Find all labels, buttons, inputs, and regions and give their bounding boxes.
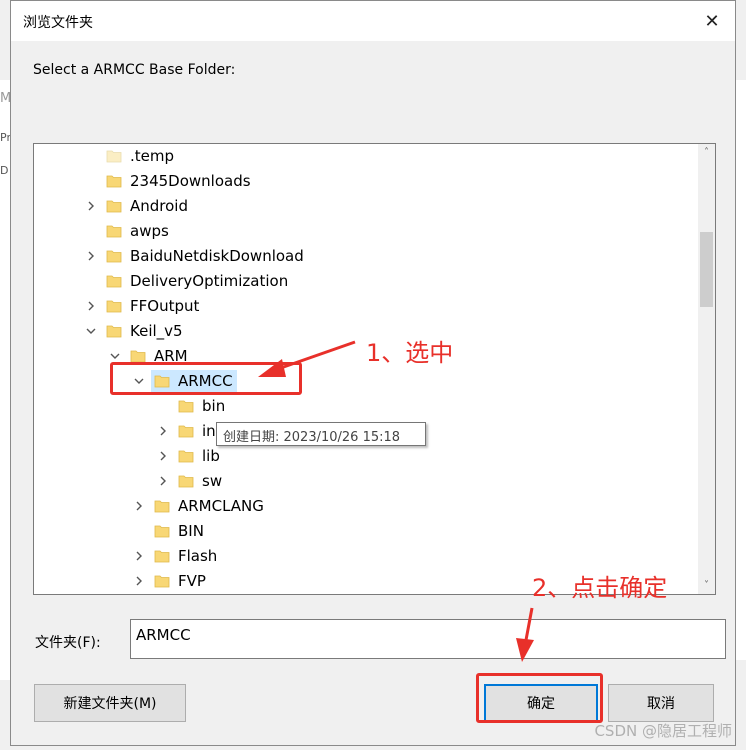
- folder-icon: [178, 423, 194, 439]
- folder-icon: [106, 273, 122, 289]
- date-created-tooltip: 创建日期: 2023/10/26 15:18: [216, 422, 426, 446]
- folder-icon: [106, 323, 122, 339]
- scroll-down-button[interactable]: ˅: [698, 577, 715, 594]
- chevron-right-icon[interactable]: [84, 247, 98, 265]
- folder-icon: [178, 473, 194, 489]
- watermark: CSDN @隐居工程师: [594, 722, 732, 740]
- folder-icon: [154, 498, 170, 514]
- tree-item-label: BIN: [178, 522, 204, 540]
- scroll-up-button[interactable]: ˄: [698, 144, 715, 161]
- tree-item-label: .temp: [130, 147, 175, 165]
- tree-item-label: FFOutput: [130, 297, 200, 315]
- folder-icon: [106, 298, 122, 314]
- tree-item[interactable]: sw: [34, 469, 694, 494]
- folder-icon: [106, 248, 122, 264]
- annotation-highlight-armcc: [110, 362, 302, 395]
- chevron-down-icon[interactable]: [84, 322, 98, 340]
- tree-item-label: DeliveryOptimization: [130, 272, 289, 290]
- tree-item[interactable]: lib: [34, 444, 694, 469]
- annotation-step-1: 1、选中: [366, 339, 454, 367]
- tree-item[interactable]: bin: [34, 394, 694, 419]
- chevron-down-icon: ˅: [704, 580, 709, 591]
- chevron-right-icon[interactable]: [84, 297, 98, 315]
- dialog-title: 浏览文件夹: [23, 15, 93, 31]
- tree-item-label: lib: [202, 447, 220, 465]
- chevron-right-icon[interactable]: [132, 572, 146, 590]
- tree-item[interactable]: .temp: [34, 144, 694, 169]
- tree-item[interactable]: FFOutput: [34, 294, 694, 319]
- tree-item-label: ARMCLANG: [178, 497, 264, 515]
- tree-item-label: 2345Downloads: [130, 172, 251, 190]
- background-window-right-edge: [736, 80, 746, 660]
- folder-icon: [106, 148, 122, 164]
- tree-item-label: Flash: [178, 547, 218, 565]
- tree-item[interactable]: 2345Downloads: [34, 169, 694, 194]
- tree-item[interactable]: ARMCLANG: [34, 494, 694, 519]
- tree-item[interactable]: Flash: [34, 544, 694, 569]
- dialog-instruction: Select a ARMCC Base Folder:: [33, 62, 236, 78]
- tree-item-label: sw: [202, 472, 223, 490]
- tree-item-label: Keil_v5: [130, 322, 183, 340]
- folder-icon: [178, 398, 194, 414]
- tree-item[interactable]: Keil_v5: [34, 319, 694, 344]
- folder-icon: [154, 523, 170, 539]
- tree-item-label: BaiduNetdiskDownload: [130, 247, 304, 265]
- chevron-right-icon[interactable]: [156, 422, 170, 440]
- tree-item[interactable]: awps: [34, 219, 694, 244]
- close-button[interactable]: ✕: [689, 1, 735, 41]
- folder-icon: [106, 223, 122, 239]
- scroll-thumb[interactable]: [700, 232, 713, 307]
- chevron-up-icon: ˄: [704, 147, 709, 158]
- tree-item-label: FVP: [178, 572, 206, 590]
- close-icon: ✕: [704, 10, 720, 32]
- vertical-scrollbar[interactable]: ˄ ˅: [698, 144, 715, 594]
- tree-item[interactable]: DeliveryOptimization: [34, 269, 694, 294]
- annotation-highlight-ok: [476, 673, 603, 723]
- cancel-button[interactable]: 取消: [608, 684, 714, 722]
- tree-item[interactable]: BaiduNetdiskDownload: [34, 244, 694, 269]
- annotation-step-2: 2、点击确定: [532, 574, 668, 602]
- tree-item[interactable]: BIN: [34, 519, 694, 544]
- new-folder-button[interactable]: 新建文件夹(M): [34, 684, 186, 722]
- chevron-right-icon[interactable]: [132, 497, 146, 515]
- background-window-text: D: [0, 164, 9, 177]
- folder-label: 文件夹(F):: [35, 635, 101, 651]
- chevron-right-icon[interactable]: [156, 472, 170, 490]
- chevron-right-icon[interactable]: [84, 197, 98, 215]
- tree-item-label: bin: [202, 397, 226, 415]
- tree-item[interactable]: Android: [34, 194, 694, 219]
- folder-icon: [106, 198, 122, 214]
- chevron-right-icon[interactable]: [132, 547, 146, 565]
- chevron-right-icon[interactable]: [156, 447, 170, 465]
- folder-icon: [106, 173, 122, 189]
- folder-icon: [178, 448, 194, 464]
- folder-icon: [154, 573, 170, 589]
- folder-icon: [154, 548, 170, 564]
- title-bar[interactable]: 浏览文件夹 ✕: [11, 1, 735, 41]
- tree-item-label: Android: [130, 197, 188, 215]
- tree-item-label: awps: [130, 222, 169, 240]
- folder-name-input[interactable]: ARMCC: [130, 619, 726, 659]
